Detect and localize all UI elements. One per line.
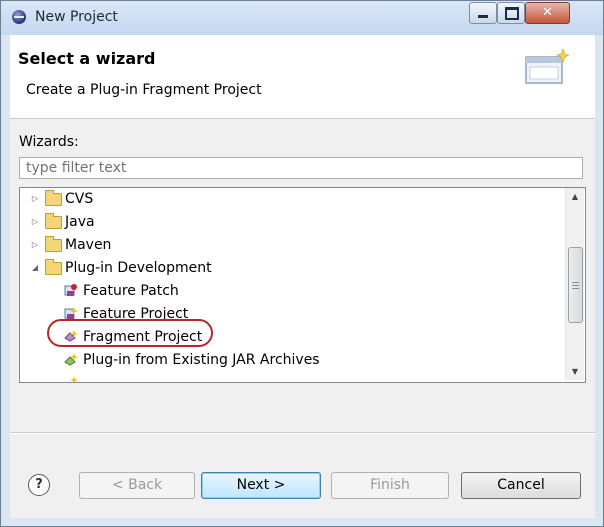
selection-highlight-ring — [47, 319, 213, 347]
grip-line — [572, 285, 579, 286]
minimize-icon — [478, 15, 488, 18]
maximize-icon — [505, 7, 519, 20]
tree-item-label: Plug-in from Existing JAR Archives — [83, 352, 320, 368]
feature-patch-icon — [64, 284, 77, 296]
new-project-dialog: New Project ✕ Select a wizard Create a P… — [0, 0, 604, 527]
wizard-header: Select a wizard Create a Plug-in Fragmen… — [10, 35, 595, 119]
title-bar[interactable]: New Project ✕ — [1, 1, 603, 35]
tree-item-label: Maven — [65, 237, 112, 253]
folder-icon — [45, 190, 62, 206]
back-button[interactable]: < Back — [79, 472, 195, 499]
window-title: New Project — [35, 9, 118, 25]
grip-line — [572, 282, 579, 283]
cancel-button[interactable]: Cancel — [461, 472, 581, 499]
page-title: Select a wizard — [18, 49, 156, 68]
wizard-banner-icon — [525, 49, 569, 84]
tree-item-label: Plug-in Development — [65, 260, 212, 276]
close-icon: ✕ — [542, 5, 553, 20]
minimize-button[interactable] — [469, 2, 497, 24]
folder-icon — [45, 236, 62, 252]
tree-scrollbar[interactable]: ▲ ▼ — [565, 188, 584, 380]
grip-line — [572, 288, 579, 289]
dialog-content: Select a wizard Create a Plug-in Fragmen… — [10, 35, 595, 518]
scrollbar-thumb[interactable] — [568, 247, 583, 323]
finish-button[interactable]: Finish — [331, 472, 449, 499]
tree-item-label: CVS — [65, 191, 94, 207]
tree-item-label: Feature Patch — [83, 283, 179, 299]
scroll-up-arrow-icon[interactable]: ▲ — [566, 188, 584, 205]
help-icon: ? — [35, 477, 43, 492]
expand-arrow-icon[interactable]: ▷ — [30, 188, 40, 210]
wizards-label: Wizards: — [19, 134, 79, 150]
open-folder-icon — [45, 259, 62, 275]
folder-icon — [45, 213, 62, 229]
button-separator — [10, 432, 595, 434]
eclipse-icon — [12, 10, 26, 24]
close-button[interactable]: ✕ — [525, 2, 570, 24]
plugin-project-icon — [70, 376, 78, 382]
scroll-down-arrow-icon[interactable]: ▼ — [566, 363, 584, 380]
expand-arrow-icon[interactable]: ▷ — [30, 234, 40, 256]
expand-arrow-icon[interactable]: ▷ — [30, 211, 40, 233]
page-description: Create a Plug-in Fragment Project — [26, 82, 262, 98]
filter-input[interactable] — [19, 157, 583, 179]
tree-item-label: Java — [65, 214, 95, 230]
next-button[interactable]: Next > — [201, 472, 321, 499]
collapse-arrow-icon[interactable]: ◢ — [30, 257, 40, 279]
maximize-button[interactable] — [497, 2, 525, 24]
wizard-tree[interactable]: ▷ CVS ▷ Java ▷ Maven ◢ Plug-in Developme… — [19, 187, 586, 383]
wizards-label-text: Wizards: — [19, 134, 79, 150]
help-button[interactable]: ? — [28, 474, 50, 496]
plugin-jar-icon — [64, 353, 78, 366]
